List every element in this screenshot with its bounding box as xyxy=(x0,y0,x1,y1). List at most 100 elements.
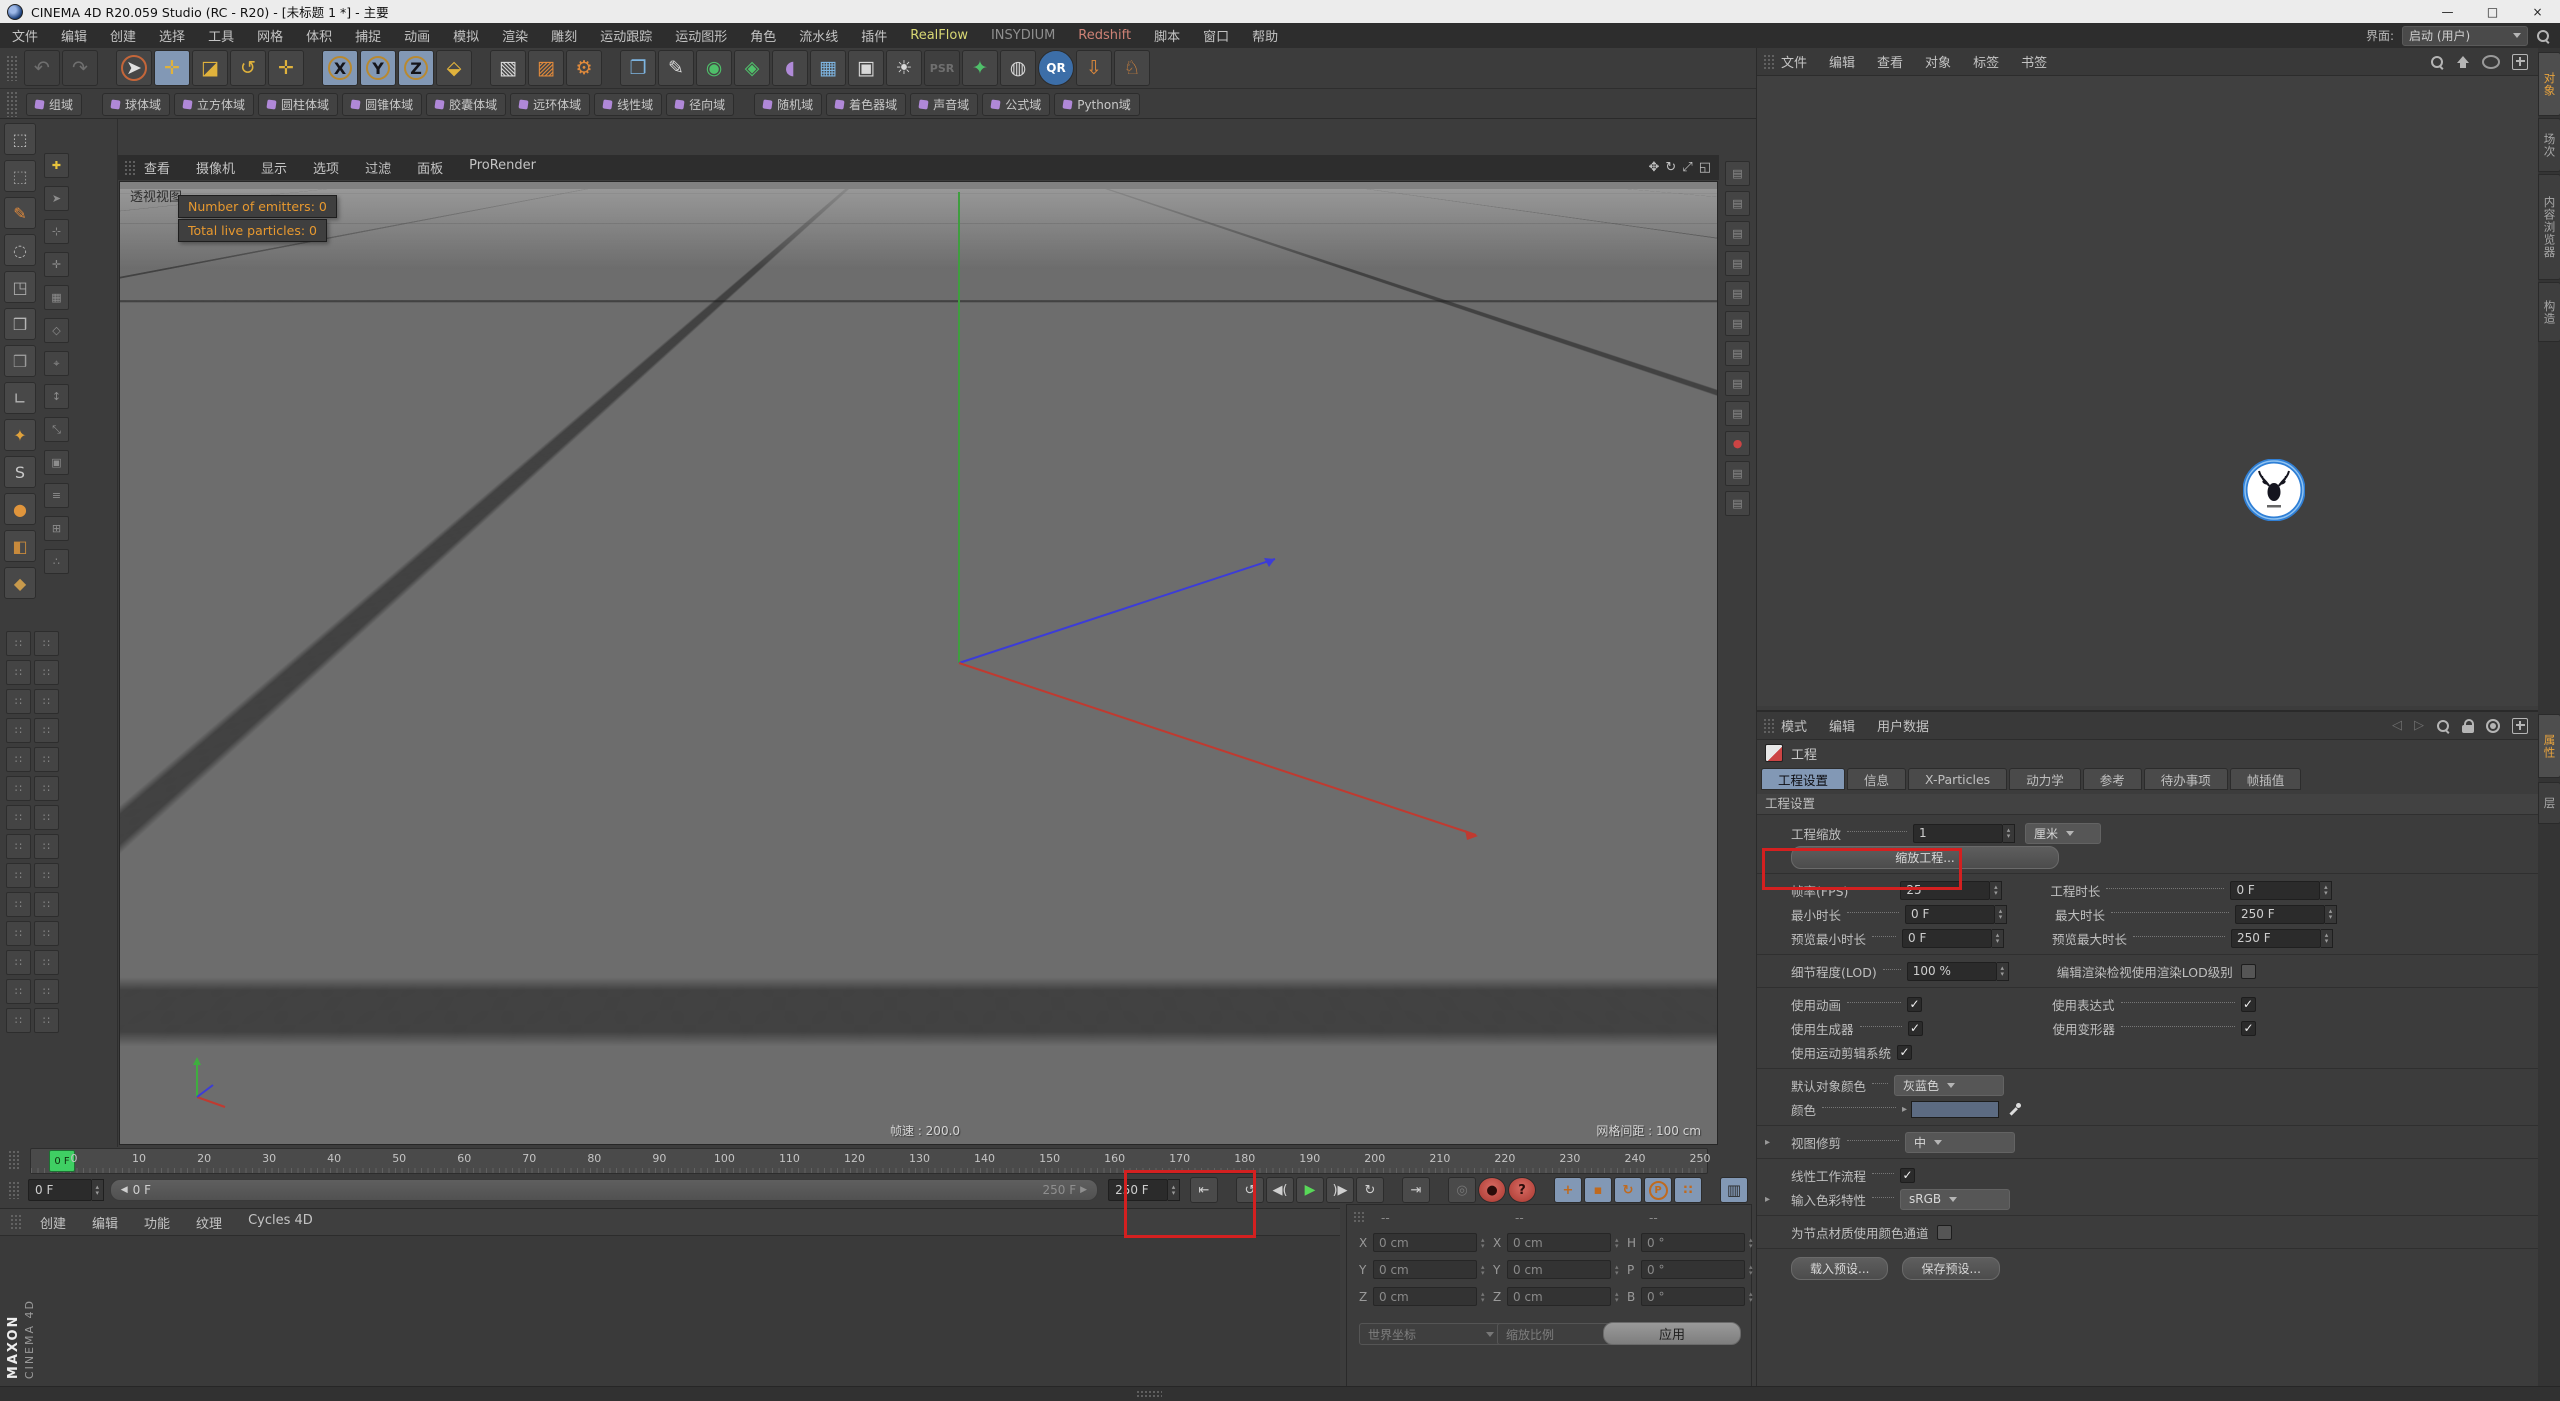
coordinate-field[interactable]: 0 cm xyxy=(1373,1260,1477,1279)
character-button[interactable]: ♘ xyxy=(1114,50,1150,86)
max-time-field[interactable]: 250 F xyxy=(2235,904,2326,924)
spline-pen-button[interactable]: ✎ xyxy=(658,50,694,86)
close-button[interactable]: × xyxy=(2515,0,2560,23)
search-icon[interactable] xyxy=(2430,55,2444,69)
field-button-胶囊体域[interactable]: 胶囊体域 xyxy=(426,92,507,116)
tab-X-Particles[interactable]: X-Particles xyxy=(1908,768,2008,790)
history-back-icon[interactable]: ◁ xyxy=(2392,718,2402,733)
menu-渲染[interactable]: 渲染 xyxy=(502,26,528,45)
qr-button[interactable]: QR xyxy=(1038,50,1074,86)
field-button-线性域[interactable]: 线性域 xyxy=(594,92,663,116)
deformer-button[interactable]: ◖ xyxy=(772,50,808,86)
timeline-grip[interactable] xyxy=(8,1150,20,1170)
viewport-menu-查看[interactable]: 查看 xyxy=(144,158,170,177)
left-dock-icon[interactable]: ❒ xyxy=(4,308,36,340)
project-time-field[interactable]: 0 F xyxy=(2230,880,2321,900)
left-dock-icon[interactable]: ❒ xyxy=(4,345,36,377)
left-dock-small-icon[interactable]: ∷ xyxy=(34,921,59,946)
viewport-3d-view[interactable]: 透视视图 Number of emitters: 0 Total live pa… xyxy=(119,181,1718,1145)
left-dock-icon[interactable]: ● xyxy=(4,493,36,525)
field-button-随机域[interactable]: 随机域 xyxy=(754,92,823,116)
render-view-button[interactable]: ▧ xyxy=(490,50,526,86)
menu-选择[interactable]: 选择 xyxy=(159,26,185,45)
side-tab-场次[interactable]: 场次 xyxy=(2538,118,2560,172)
linear-workflow-checkbox[interactable]: ✓ xyxy=(1900,1167,1916,1183)
left-dock-small-icon[interactable]: ∷ xyxy=(6,747,31,772)
search-icon[interactable] xyxy=(2436,719,2450,733)
scale-project-button[interactable]: 缩放工程... xyxy=(1791,845,2059,869)
menu-运动图形[interactable]: 运动图形 xyxy=(675,26,727,45)
coordinate-field[interactable]: 0 cm xyxy=(1373,1287,1477,1306)
left-dock-icon[interactable]: ◳ xyxy=(4,271,36,303)
side-tab-对象[interactable]: 对象 xyxy=(2538,52,2560,116)
toolbar-grip[interactable] xyxy=(6,91,18,117)
home-icon[interactable] xyxy=(2456,55,2470,69)
autokey-button[interactable]: ▥ xyxy=(1720,1177,1748,1203)
side-tab-内容浏览器[interactable]: 内容浏览器 xyxy=(2538,174,2560,280)
target-icon[interactable] xyxy=(2486,718,2500,733)
left-dock-small-icon[interactable]: ∷ xyxy=(6,631,31,656)
coordinate-field[interactable]: 0 cm xyxy=(1507,1287,1611,1306)
field-button-组域[interactable]: 组域 xyxy=(26,92,83,116)
menu-模拟[interactable]: 模拟 xyxy=(453,26,479,45)
viewport-grip[interactable] xyxy=(124,159,136,176)
menu-动画[interactable]: 动画 xyxy=(404,26,430,45)
object-manager-list[interactable] xyxy=(1757,76,2538,706)
rotate-tool[interactable]: ↺ xyxy=(230,50,266,86)
material-menu-功能[interactable]: 功能 xyxy=(144,1213,170,1232)
left-dock-icon[interactable]: S xyxy=(4,456,36,488)
left-dock-small-icon[interactable]: ∷ xyxy=(34,805,59,830)
interface-dropdown[interactable]: 启动 (用户) xyxy=(2402,25,2528,46)
menu-运动跟踪[interactable]: 运动跟踪 xyxy=(600,26,652,45)
viewport-menu-ProRender[interactable]: ProRender xyxy=(469,158,536,177)
input-color-profile-dropdown[interactable]: sRGB xyxy=(1900,1188,2011,1210)
default-object-color-dropdown[interactable]: 灰蓝色 xyxy=(1894,1074,2005,1096)
fps-field[interactable]: 25 xyxy=(1900,880,1991,900)
zoom-view-icon[interactable]: ⤢ xyxy=(1682,160,1692,175)
palette-icon[interactable]: ▤ xyxy=(1725,371,1750,396)
move-tool[interactable]: ✛ xyxy=(154,50,190,86)
field-button-公式域[interactable]: 公式域 xyxy=(982,92,1051,116)
coordinate-field[interactable]: 0 cm xyxy=(1507,1260,1611,1279)
play-sound-button[interactable]: ◎ xyxy=(1448,1177,1476,1203)
menu-窗口[interactable]: 窗口 xyxy=(1203,26,1229,45)
left-dock-mode-icon[interactable]: ⊹ xyxy=(44,219,69,244)
menu-帮助[interactable]: 帮助 xyxy=(1252,26,1278,45)
tab-信息[interactable]: 信息 xyxy=(1847,768,1907,790)
live-selection-tool[interactable]: ➤ xyxy=(116,50,152,86)
recent-tool[interactable]: ✛ xyxy=(268,50,304,86)
coordinate-system-toggle[interactable]: ⬙ xyxy=(436,50,472,86)
left-dock-small-icon[interactable]: ∷ xyxy=(6,921,31,946)
left-dock-mode-icon[interactable]: ▣ xyxy=(44,450,69,475)
field-button-球体域[interactable]: 球体域 xyxy=(102,92,171,116)
left-dock-small-icon[interactable]: ∷ xyxy=(6,776,31,801)
menu-插件[interactable]: 插件 xyxy=(861,26,887,45)
psr-button[interactable]: PSR xyxy=(924,50,960,86)
previous-key-button[interactable]: ◀( xyxy=(1266,1177,1294,1203)
left-dock-small-icon[interactable]: ∷ xyxy=(34,631,59,656)
left-dock-small-icon[interactable]: ∷ xyxy=(34,1008,59,1033)
left-dock-small-icon[interactable]: ∷ xyxy=(6,689,31,714)
left-dock-small-icon[interactable]: ∷ xyxy=(34,892,59,917)
rotate-view-icon[interactable]: ↻ xyxy=(1665,160,1676,175)
apply-button[interactable]: 应用 xyxy=(1603,1322,1741,1345)
color-swatch[interactable] xyxy=(1911,1100,2000,1118)
toggle-view-icon[interactable]: ◱ xyxy=(1699,160,1711,175)
use-animation-checkbox[interactable]: ✓ xyxy=(1907,996,1923,1012)
left-dock-small-icon[interactable]: ∷ xyxy=(6,718,31,743)
menu-雕刻[interactable]: 雕刻 xyxy=(551,26,577,45)
timeline-ruler[interactable]: 0 F 0 10 20 30 40 50 60 70 80 90 100 110 120 130 140 15… xyxy=(30,1148,1711,1174)
om-menu-文件[interactable]: 文件 xyxy=(1781,52,1807,71)
key-position-toggle[interactable]: + xyxy=(1554,1177,1582,1203)
om-menu-书签[interactable]: 书签 xyxy=(2021,52,2047,71)
left-dock-icon[interactable]: ⬚ xyxy=(4,160,36,192)
left-dock-mode-icon[interactable]: ≡ xyxy=(44,483,69,508)
palette-icon[interactable]: ▤ xyxy=(1725,461,1750,486)
field-button-声音域[interactable]: 声音域 xyxy=(910,92,979,116)
left-dock-small-icon[interactable]: ∷ xyxy=(34,979,59,1004)
lod-field[interactable]: 100 % xyxy=(1906,961,1997,981)
sky-button[interactable]: ◍ xyxy=(1000,50,1036,86)
render-settings-button[interactable]: ⚙ xyxy=(566,50,602,86)
toolbar-grip[interactable] xyxy=(6,55,18,81)
left-dock-small-icon[interactable]: ∷ xyxy=(6,660,31,685)
